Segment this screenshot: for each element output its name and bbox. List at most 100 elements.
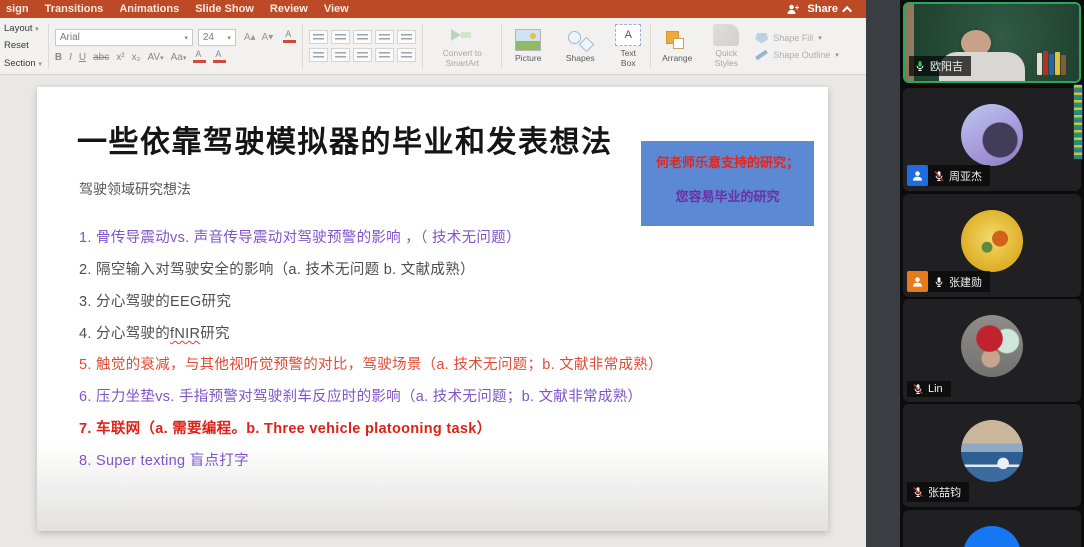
powerpoint-window: sign Transitions Animations Slide Show R… — [0, 0, 866, 547]
share-person-icon — [786, 3, 800, 15]
clear-formatting-button[interactable] — [283, 32, 296, 43]
microphone-icon — [914, 60, 926, 72]
insert-shapes: Shapes — [554, 18, 606, 74]
ribbon-body: Layout ▾ Reset Section ▾ Arial▾ 24▾ A▴ A… — [0, 18, 866, 75]
justify-button[interactable] — [375, 48, 394, 62]
align-left-button[interactable] — [309, 48, 328, 62]
avatar-initials: 艺艺 — [963, 526, 1021, 547]
person-icon — [911, 275, 924, 288]
quick-styles-button[interactable]: Quick Styles — [709, 49, 743, 69]
strikethrough-button[interactable]: abc — [93, 52, 109, 63]
quick-styles-group: Quick Styles — [703, 18, 749, 74]
participant-name: 张建勋 — [949, 274, 982, 290]
shapes-button[interactable]: Shapes — [560, 54, 600, 64]
callout-line1: 何老师乐意支持的研究； — [641, 152, 814, 171]
layout-button[interactable]: Layout ▾ — [4, 20, 42, 37]
font-name-combo[interactable]: Arial▾ — [55, 29, 193, 46]
name-tag: 张建勋 — [928, 271, 990, 292]
convert-smartart-button[interactable]: Convert to SmartArt — [429, 49, 495, 69]
font-color-button[interactable] — [213, 52, 226, 63]
collapse-ribbon-icon[interactable] — [842, 5, 852, 15]
bold-button[interactable]: B — [55, 52, 62, 63]
participant-tile[interactable]: 欧阳吉 — [903, 2, 1081, 83]
underline-button[interactable]: U — [79, 52, 86, 63]
slide-subtitle: 驾驶领域研究想法 — [79, 179, 191, 199]
bullets-button[interactable] — [309, 30, 328, 44]
window-gap — [866, 0, 900, 547]
tab-review[interactable]: Review — [270, 3, 308, 15]
list-item: 7. 车联网（a. 需要编程。b. Three vehicle platooni… — [79, 417, 491, 438]
numbering-button[interactable] — [331, 30, 350, 44]
list-item: 1. 骨传导震动vs. 声音传导震动对驾驶预警的影响 ，（ 技术无问题） — [79, 226, 521, 247]
grow-font-button[interactable]: A▴ — [244, 32, 256, 43]
increase-indent-button[interactable] — [375, 30, 394, 44]
microphone-muted-icon — [912, 486, 924, 498]
section-button[interactable]: Section ▾ — [4, 55, 42, 72]
slide-group: Layout ▾ Reset Section ▾ — [0, 18, 48, 74]
microphone-muted-icon — [912, 383, 924, 395]
shape-fill-icon — [755, 33, 768, 44]
avatar — [961, 210, 1023, 272]
quick-styles-icon — [713, 24, 739, 46]
person-icon — [911, 169, 924, 182]
italic-button[interactable]: I — [69, 52, 72, 63]
participant-tile[interactable]: 张建勋 — [903, 194, 1081, 297]
picture-button[interactable]: Picture — [508, 54, 548, 64]
list-item: 3. 分心驾驶的EEG研究 — [79, 290, 231, 311]
shape-format-group: Shape Fill▾ Shape Outline▾ — [749, 18, 845, 74]
change-case-button[interactable]: Aa▾ — [171, 52, 187, 63]
shape-outline-icon — [755, 49, 768, 60]
paragraph-group — [303, 18, 422, 74]
participant-name: 欧阳吉 — [930, 58, 963, 74]
tab-design[interactable]: sign — [6, 3, 29, 15]
participant-name: 张喆钧 — [928, 484, 961, 500]
list-item: 4. 分心驾驶的fNIR研究 — [79, 322, 230, 343]
tab-slide-show[interactable]: Slide Show — [195, 3, 254, 15]
slide[interactable]: 一些依靠驾驶模拟器的毕业和发表想法 何老师乐意支持的研究； 您容易毕业的研究 驾… — [37, 87, 828, 531]
screen: sign Transitions Animations Slide Show R… — [0, 0, 1084, 547]
tab-animations[interactable]: Animations — [119, 3, 179, 15]
arrange-button[interactable]: Arrange — [657, 54, 697, 64]
font-size-combo[interactable]: 24▾ — [198, 29, 236, 46]
share-button[interactable]: Share — [807, 3, 838, 15]
decrease-indent-button[interactable] — [353, 30, 372, 44]
participant-tile[interactable]: 张喆钧 — [903, 404, 1081, 507]
tab-transitions[interactable]: Transitions — [45, 3, 104, 15]
text-direction-button[interactable] — [397, 48, 416, 62]
participant-name: Lin — [928, 383, 943, 395]
avatar — [961, 104, 1023, 166]
participant-tile[interactable]: 周亚杰 — [903, 88, 1081, 191]
microphone-muted-icon — [933, 170, 945, 182]
line-spacing-button[interactable] — [397, 30, 416, 44]
shrink-font-button[interactable]: A▾ — [262, 32, 274, 43]
name-tag: 张喆钧 — [907, 482, 969, 502]
character-spacing-button[interactable]: AV▾ — [147, 52, 163, 63]
align-center-button[interactable] — [331, 48, 350, 62]
panel-scrollbar[interactable] — [1073, 84, 1083, 160]
shape-fill-button[interactable]: Shape Fill▾ — [755, 33, 839, 44]
participant-tile[interactable]: 艺艺 — [903, 510, 1081, 547]
align-right-button[interactable] — [353, 48, 372, 62]
callout-box[interactable]: 何老师乐意支持的研究； 您容易毕业的研究 — [641, 141, 814, 226]
name-tag: 周亚杰 — [928, 165, 990, 186]
tab-view[interactable]: View — [324, 3, 349, 15]
shapes-icon — [567, 29, 593, 51]
picture-icon — [515, 29, 541, 51]
name-tag: 欧阳吉 — [909, 56, 971, 76]
list-item: 6. 压力坐垫vs. 手指预警对驾驶刹车反应时的影响（a. 技术无问题；b. 文… — [79, 385, 642, 406]
convert-smartart-icon — [449, 24, 475, 46]
host-badge — [907, 271, 928, 292]
list-item: 5. 触觉的衰减，与其他视听觉预警的对比，驾驶场景（a. 技术无问题；b. 文献… — [79, 353, 663, 374]
subscript-button[interactable]: x₂ — [132, 52, 141, 63]
name-tag: Lin — [907, 381, 951, 397]
superscript-button[interactable]: x² — [116, 52, 124, 63]
reset-button[interactable]: Reset — [4, 37, 42, 54]
participant-tile[interactable]: Lin — [903, 299, 1081, 402]
font-group: Arial▾ 24▾ A▴ A▾ B I U abc x² x₂ AV▾ — [49, 18, 302, 74]
highlight-color-button[interactable] — [193, 52, 206, 63]
list-item: 8. Super texting 盲点打字 — [79, 449, 249, 470]
text-box-button[interactable]: Text Box — [612, 49, 644, 69]
shape-outline-button[interactable]: Shape Outline▾ — [755, 50, 839, 60]
spellcheck-word: fNIR — [170, 326, 200, 342]
callout-line2: 您容易毕业的研究 — [641, 186, 814, 205]
